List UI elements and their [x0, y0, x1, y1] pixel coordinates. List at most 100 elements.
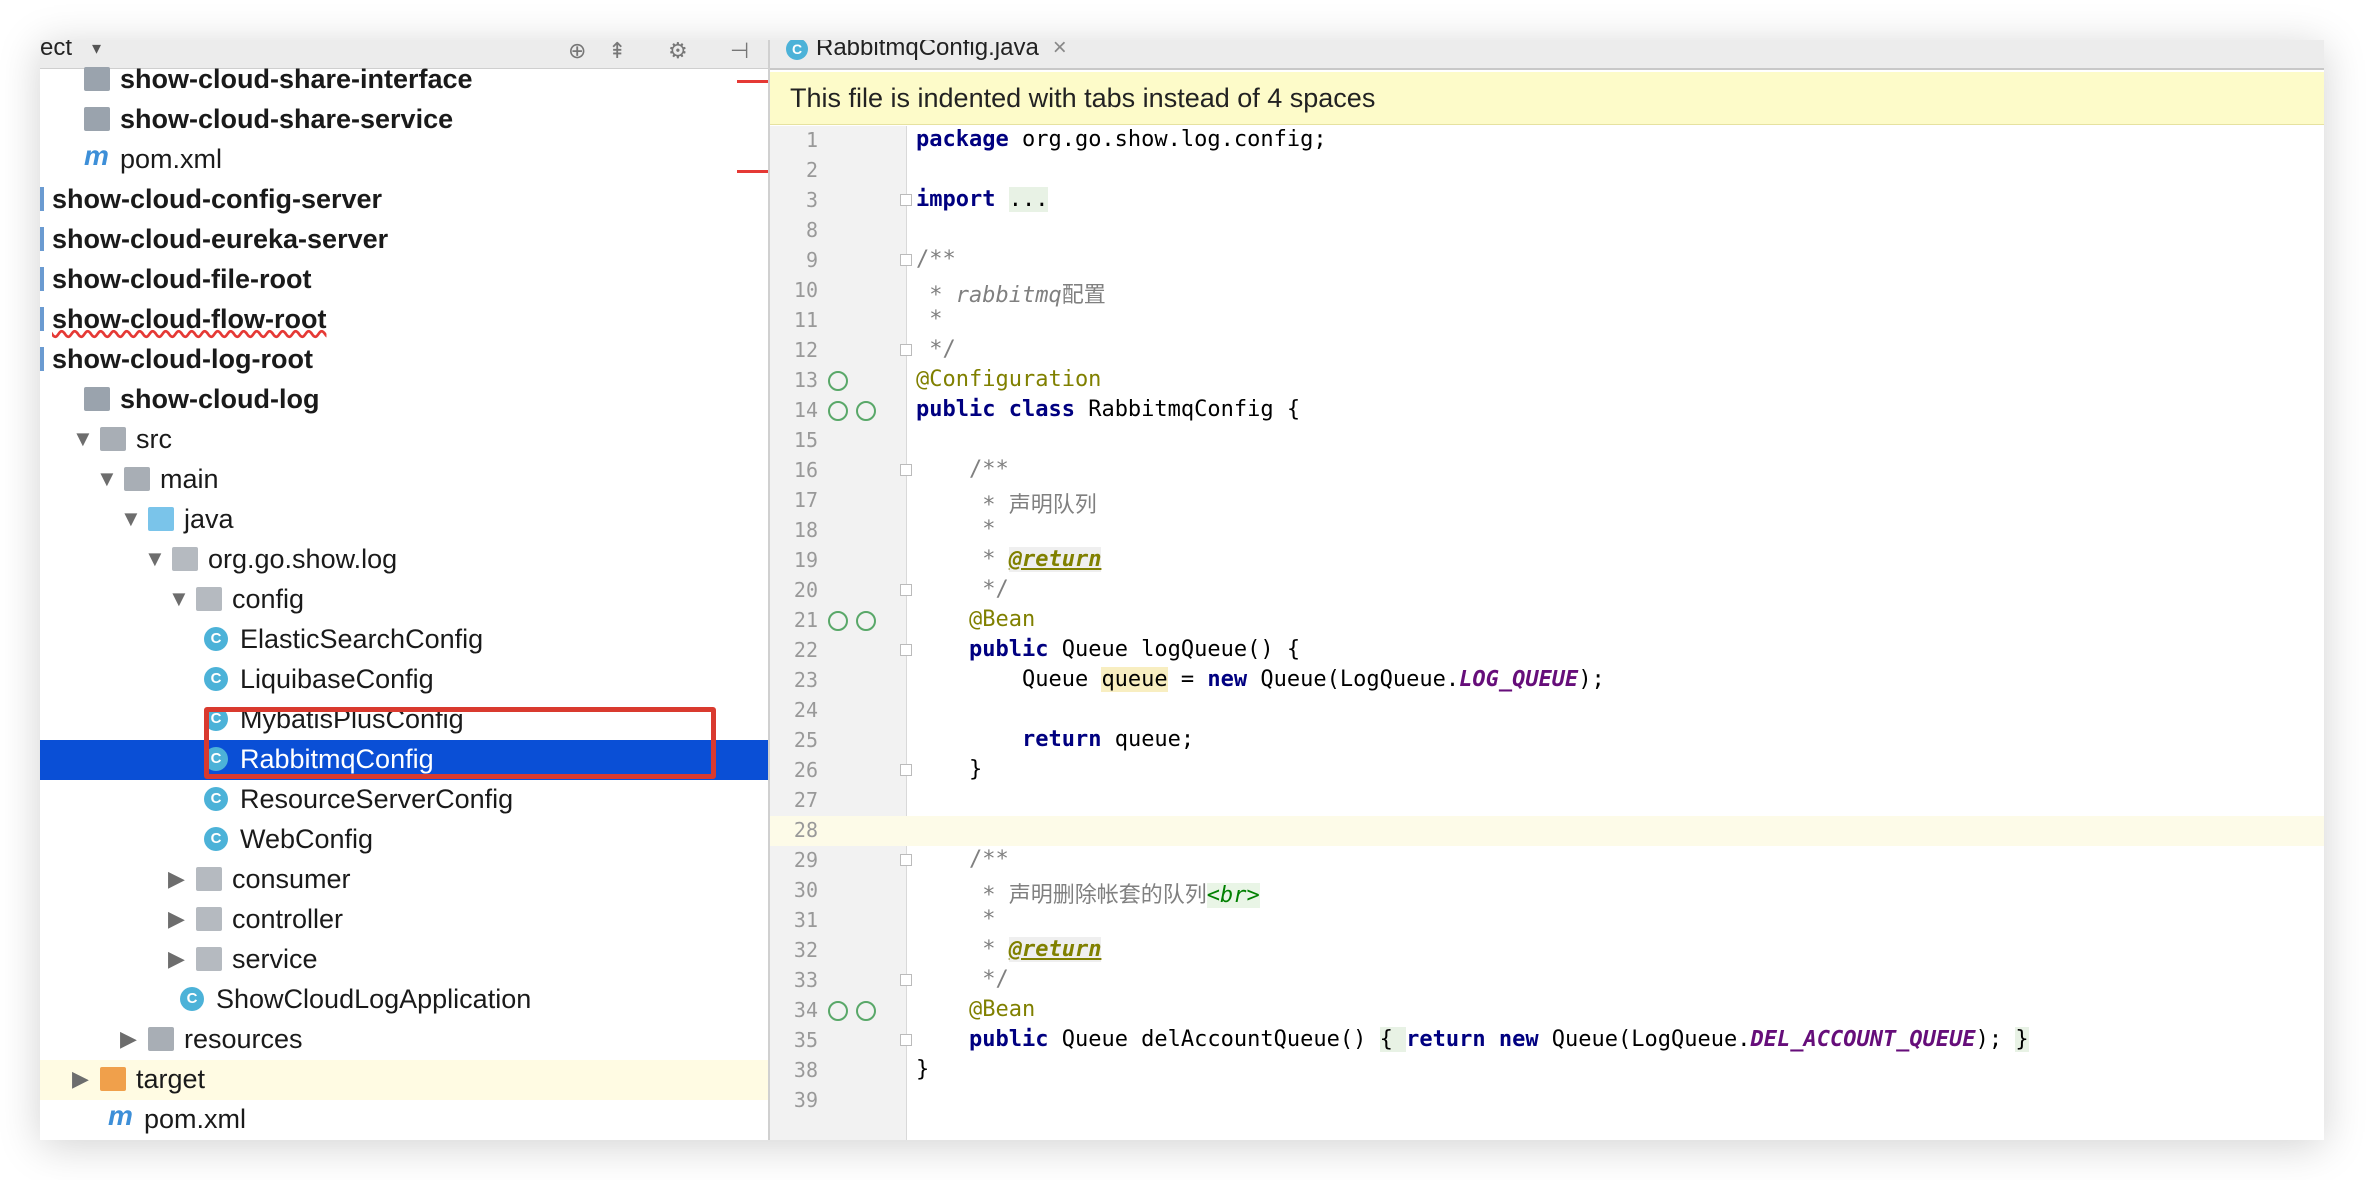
code-line[interactable]: 20 */	[770, 576, 2324, 606]
tree-item-label: pom.xml	[120, 144, 223, 174]
fold-icon[interactable]	[900, 644, 912, 656]
code-line[interactable]: 21 @Bean	[770, 606, 2324, 636]
fold-icon[interactable]	[900, 344, 912, 356]
expand-arrow-icon[interactable]: ▼	[144, 546, 166, 572]
fold-icon[interactable]	[900, 974, 912, 986]
code-text: public class RabbitmqConfig {	[916, 397, 1301, 422]
code-line[interactable]: 13 @Configuration	[770, 366, 2324, 396]
tree-item[interactable]: C ElasticSearchConfig	[40, 620, 768, 660]
tree-item[interactable]: C ShowCloudLogApplication	[40, 980, 768, 1020]
tree-item[interactable]: show-cloud-log-root	[40, 340, 768, 380]
tree-item[interactable]: show-cloud-file-root	[40, 260, 768, 300]
tab-rabbitmqconfig[interactable]: C RabbitmqConfig.java ×	[786, 40, 1067, 62]
code-line[interactable]: 33 */	[770, 966, 2324, 996]
line-number: 10	[793, 278, 818, 302]
bean-gutter-icon[interactable]	[828, 401, 848, 421]
code-line[interactable]: 26 }	[770, 756, 2324, 786]
code-text: * rabbitmq配置	[916, 283, 1106, 308]
code-line[interactable]: 10 * rabbitmq配置	[770, 276, 2324, 308]
tree-item[interactable]: ▶ consumer	[40, 860, 768, 900]
code-line[interactable]: 11 *	[770, 306, 2324, 336]
code-text: /**	[968, 847, 1009, 872]
tree-item[interactable]: m pom.xml	[40, 140, 768, 180]
code-line[interactable]: 35 public Queue delAccountQueue() { retu…	[770, 1026, 2324, 1056]
code-line[interactable]: 24	[770, 696, 2324, 726]
bean-gutter-icon[interactable]	[856, 611, 876, 631]
code-line[interactable]: 9 /**	[770, 246, 2324, 276]
tree-item-label: WebConfig	[240, 824, 374, 854]
fold-icon[interactable]	[900, 194, 912, 206]
fold-icon[interactable]	[900, 1034, 912, 1046]
scroll-marker	[737, 80, 768, 83]
tree-item[interactable]: ▶ service	[40, 940, 768, 980]
tree-item[interactable]: C ResourceServerConfig	[40, 780, 768, 820]
fold-icon[interactable]	[900, 764, 912, 776]
tree-item[interactable]: ▶ target	[40, 1060, 768, 1100]
module-icon	[84, 107, 110, 131]
tree-item[interactable]: ▼ config	[40, 580, 768, 620]
code-line[interactable]: 16 /**	[770, 456, 2324, 486]
fold-icon[interactable]	[900, 854, 912, 866]
code-line[interactable]: 14 public class RabbitmqConfig {	[770, 396, 2324, 426]
code-line[interactable]: 15	[770, 426, 2324, 456]
code-line[interactable]: 32 * @return	[770, 936, 2324, 966]
code-line[interactable]: 8	[770, 216, 2324, 246]
tree-item[interactable]: ▼ java	[40, 500, 768, 540]
code-line[interactable]: 2	[770, 156, 2324, 186]
bean-gutter-icon[interactable]	[856, 401, 876, 421]
expand-arrow-icon[interactable]: ▼	[72, 426, 94, 452]
fold-icon[interactable]	[900, 464, 912, 476]
tree-item[interactable]: C LiquibaseConfig	[40, 660, 768, 700]
project-view-selector[interactable]: ect	[40, 40, 72, 62]
bean-gutter-icon[interactable]	[828, 371, 848, 391]
code-line[interactable]: 17 * 声明队列	[770, 486, 2324, 518]
tree-item[interactable]: ▼ main	[40, 460, 768, 500]
code-line[interactable]: 29 /**	[770, 846, 2324, 876]
bean-gutter-icon[interactable]	[856, 1001, 876, 1021]
tree-item[interactable]: show-cloud-config-server	[40, 180, 768, 220]
code-line[interactable]: 25 return queue;	[770, 726, 2324, 756]
fold-icon[interactable]	[900, 584, 912, 596]
expand-arrow-icon[interactable]: ▼	[120, 506, 142, 532]
fold-icon[interactable]	[900, 254, 912, 266]
code-line[interactable]: 18 *	[770, 516, 2324, 546]
expand-arrow-icon[interactable]: ▼	[168, 586, 190, 612]
code-line[interactable]: 23 Queue queue = new Queue(LogQueue.LOG_…	[770, 666, 2324, 696]
line-number: 11	[793, 308, 818, 332]
tree-item[interactable]: show-cloud-flow-root	[40, 300, 768, 340]
tree-item[interactable]: ▶ resources	[40, 1020, 768, 1060]
tree-item[interactable]: m pom.xml	[40, 1100, 768, 1140]
collapse-arrow-icon[interactable]: ▶	[72, 1066, 89, 1092]
tree-item[interactable]: ▼ org.go.show.log	[40, 540, 768, 580]
tree-item[interactable]: ▼ src	[40, 420, 768, 460]
chevron-down-icon[interactable]: ▾	[92, 40, 101, 59]
collapse-arrow-icon[interactable]: ▶	[120, 1026, 137, 1052]
code-line[interactable]: 1 package org.go.show.log.config;	[770, 126, 2324, 156]
tree-item[interactable]: show-cloud-share-interface	[40, 60, 768, 100]
code-line[interactable]: 3 import ...	[770, 186, 2324, 216]
expand-arrow-icon[interactable]: ▼	[96, 466, 118, 492]
tree-item[interactable]: C WebConfig	[40, 820, 768, 860]
code-line[interactable]: 30 * 声明删除帐套的队列<br>	[770, 876, 2324, 908]
close-icon[interactable]: ×	[1053, 40, 1067, 61]
bean-gutter-icon[interactable]	[828, 611, 848, 631]
tree-item-label: ResourceServerConfig	[240, 784, 514, 814]
tree-item[interactable]: show-cloud-share-service	[40, 100, 768, 140]
code-line[interactable]: 19 * @return	[770, 546, 2324, 576]
code-line[interactable]: 12 */	[770, 336, 2324, 366]
code-line[interactable]: 28	[770, 816, 2324, 846]
tree-item[interactable]: show-cloud-log	[40, 380, 768, 420]
tree-item[interactable]: show-cloud-eureka-server	[40, 220, 768, 260]
code-line[interactable]: 39	[770, 1086, 2324, 1116]
code-line[interactable]: 34 @Bean	[770, 996, 2324, 1026]
code-line[interactable]: 27	[770, 786, 2324, 816]
collapse-arrow-icon[interactable]: ▶	[168, 866, 185, 892]
bean-gutter-icon[interactable]	[828, 1001, 848, 1021]
code-line[interactable]: 38}	[770, 1056, 2324, 1086]
code-line[interactable]: 22 public Queue logQueue() {	[770, 636, 2324, 666]
collapse-arrow-icon[interactable]: ▶	[168, 906, 185, 932]
tree-item[interactable]: ▶ controller	[40, 900, 768, 940]
line-number: 13	[793, 368, 818, 392]
collapse-arrow-icon[interactable]: ▶	[168, 946, 185, 972]
code-line[interactable]: 31 *	[770, 906, 2324, 936]
